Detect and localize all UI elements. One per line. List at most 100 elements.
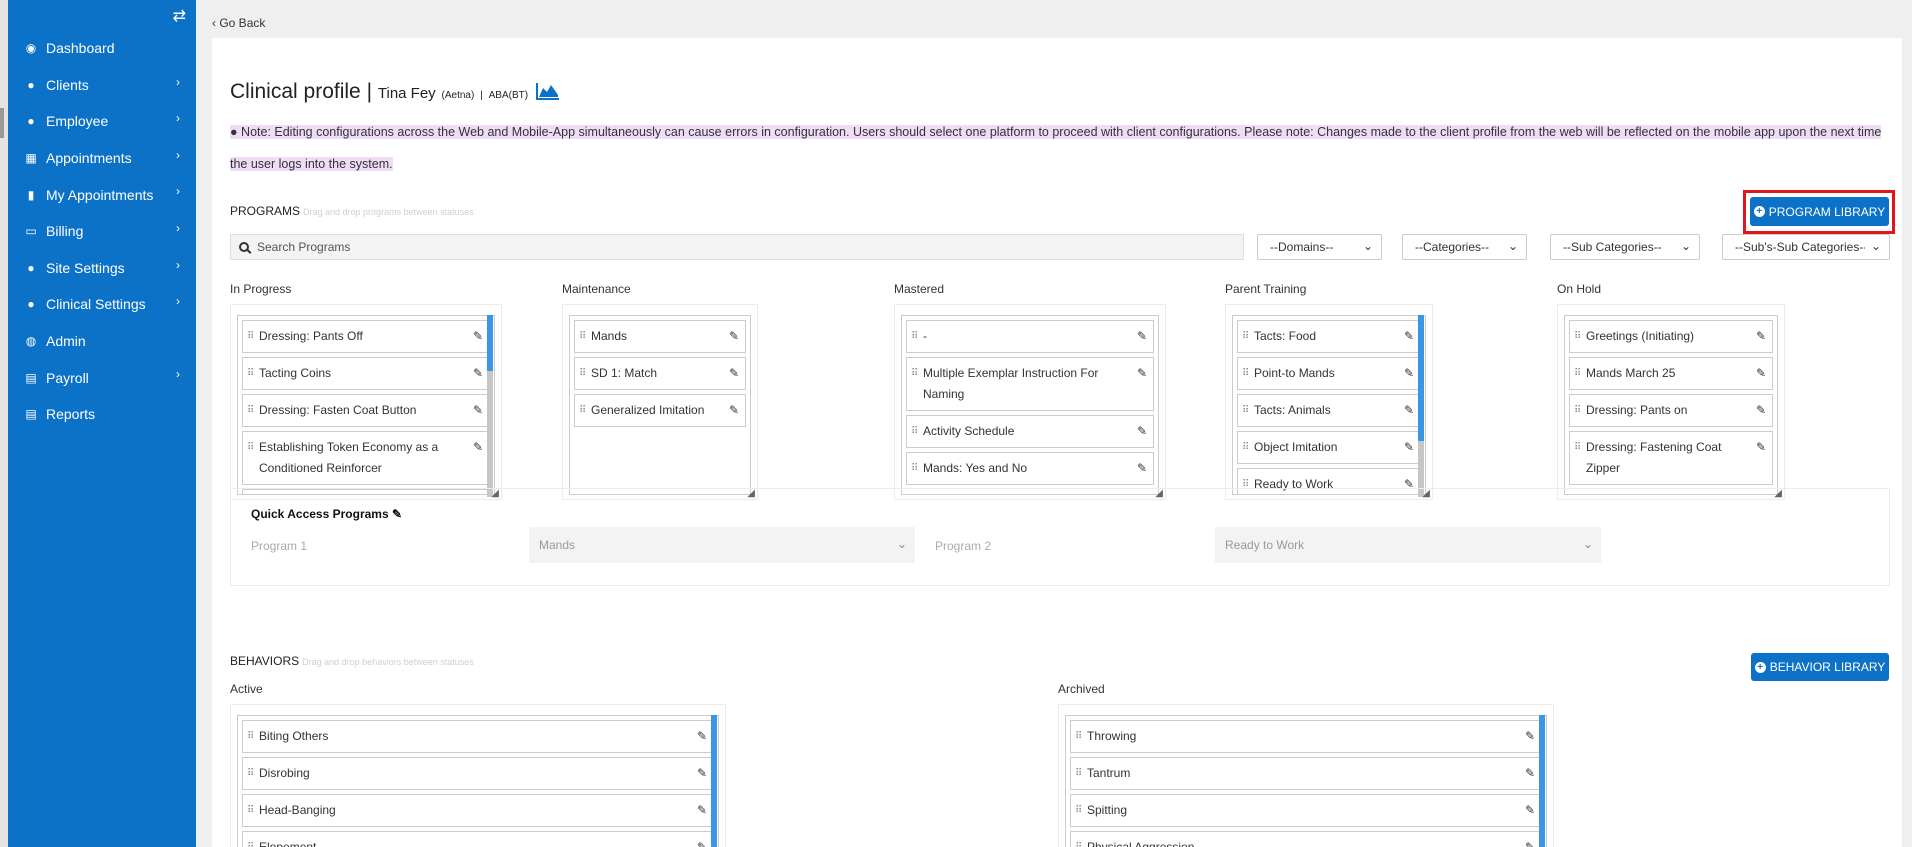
sidebar-item-payroll[interactable]: ▤ Payroll › <box>8 359 196 396</box>
drag-handle-icon[interactable]: ⠿ <box>247 800 254 821</box>
pencil-icon[interactable]: ✎ <box>1756 326 1766 347</box>
scrollbar-thumb[interactable] <box>711 715 717 847</box>
behavior-card[interactable]: ⠿ Throwing ✎ <box>1070 720 1542 753</box>
maintenance-list[interactable]: ⠿ Mands ✎ ⠿ SD 1: Match ✎ ⠿ Generalized Imita… <box>562 304 758 500</box>
subs-sub-categories-select[interactable]: --Sub's-Sub Categories-- ⌄ <box>1722 234 1890 260</box>
behavior-card[interactable]: ⠿ Disrobing ✎ <box>242 757 714 790</box>
categories-select[interactable]: --Categories-- ⌄ <box>1402 234 1527 260</box>
pencil-icon[interactable]: ✎ <box>697 837 707 847</box>
pencil-icon[interactable]: ✎ <box>697 726 707 747</box>
program-card[interactable]: ⠿ Generalized Imitation ✎ <box>574 394 746 427</box>
pencil-icon[interactable]: ✎ <box>1525 837 1535 847</box>
scrollbar-thumb[interactable] <box>1418 315 1424 441</box>
sidebar-item-admin[interactable]: ◍ Admin <box>8 323 196 360</box>
scrollbar-thumb[interactable] <box>487 315 493 371</box>
pencil-icon[interactable]: ✎ <box>1137 326 1147 347</box>
drag-handle-icon[interactable]: ⠿ <box>1574 326 1581 347</box>
drag-handle-icon[interactable]: ⠿ <box>1574 400 1581 421</box>
sidebar-item-site-settings[interactable]: ● Site Settings › <box>8 250 196 287</box>
on-hold-list[interactable]: ⠿ Greetings (Initiating) ✎ ⠿ Mands March 25… <box>1557 304 1785 500</box>
domains-select[interactable]: --Domains-- ⌄ <box>1257 234 1382 260</box>
program-card[interactable]: ⠿ Multiple Exemplar Instruction For Namin… <box>906 357 1154 411</box>
drag-handle-icon[interactable]: ⠿ <box>579 363 586 384</box>
in-progress-list[interactable]: ⠿ Dressing: Pants Off ✎ ⠿ Tacting Coins ✎ ⠿ D… <box>230 304 502 500</box>
sidebar-item-clinical-settings[interactable]: ● Clinical Settings › <box>8 286 196 323</box>
program-card[interactable]: ⠿ Establishing Token Economy as a Conditi… <box>242 431 490 485</box>
pencil-icon[interactable]: ✎ <box>1525 763 1535 784</box>
behavior-card[interactable]: ⠿ Spitting ✎ <box>1070 794 1542 827</box>
drag-handle-icon[interactable]: ⠿ <box>1075 837 1082 847</box>
behavior-card[interactable]: ⠿ Head-Banging ✎ <box>242 794 714 827</box>
pencil-icon[interactable]: ✎ <box>1404 363 1414 384</box>
program-card[interactable]: ⠿ Tacting Coins ✎ <box>242 357 490 390</box>
drag-handle-icon[interactable]: ⠿ <box>1242 437 1249 458</box>
scrollbar-track[interactable] <box>487 371 493 497</box>
program-card[interactable]: ⠿ Mands ✎ <box>574 320 746 353</box>
program-card[interactable]: ⠿ Object Imitation ✎ <box>1237 431 1421 464</box>
behavior-card[interactable]: ⠿ Physical Aggression ✎ <box>1070 831 1542 847</box>
mastered-list[interactable]: ⠿ - ✎ ⠿ Multiple Exemplar Instruction For N… <box>894 304 1166 500</box>
drag-handle-icon[interactable]: ⠿ <box>1242 363 1249 384</box>
sidebar-item-clients[interactable]: ● Clients › <box>8 67 196 104</box>
scrollbar-thumb[interactable] <box>1539 715 1545 847</box>
parent-training-list[interactable]: ⠿ Tacts: Food ✎ ⠿ Point-to Mands ✎ ⠿ Tacts: A… <box>1225 304 1433 500</box>
drag-handle-icon[interactable]: ⠿ <box>247 726 254 747</box>
program-card[interactable]: ⠿ Mands March 25 ✎ <box>1569 357 1773 390</box>
search-programs-input[interactable]: Search Programs <box>230 234 1244 260</box>
pencil-icon[interactable]: ✎ <box>473 400 483 421</box>
drag-handle-icon[interactable]: ⠿ <box>1075 763 1082 784</box>
program-card[interactable]: ⠿ Dressing: Pants Off ✎ <box>242 320 490 353</box>
drag-handle-icon[interactable]: ⠿ <box>911 421 918 442</box>
pencil-icon[interactable]: ✎ <box>729 326 739 347</box>
program-card[interactable]: ⠿ Dressing: Pants on ✎ <box>1569 394 1773 427</box>
drag-handle-icon[interactable]: ⠿ <box>1574 363 1581 384</box>
program-card[interactable]: ⠿ SD 1: Match ✎ <box>574 357 746 390</box>
sidebar-item-employee[interactable]: ● Employee › <box>8 103 196 140</box>
area-chart-icon[interactable] <box>535 82 560 100</box>
pencil-icon[interactable]: ✎ <box>1404 326 1414 347</box>
program-card[interactable]: ⠿ Point-to Mands ✎ <box>1237 357 1421 390</box>
pencil-icon[interactable]: ✎ <box>1137 363 1147 384</box>
drag-handle-icon[interactable]: ⠿ <box>247 837 254 847</box>
pencil-icon[interactable]: ✎ <box>473 363 483 384</box>
program-card[interactable]: ⠿ Tacts: Food ✎ <box>1237 320 1421 353</box>
pencil-icon[interactable]: ✎ <box>1756 437 1766 458</box>
sidebar-item-billing[interactable]: ▭ Billing › <box>8 213 196 250</box>
program2-select[interactable]: Ready to Work ⌄ <box>1215 527 1601 563</box>
drag-handle-icon[interactable]: ⠿ <box>247 437 254 458</box>
active-behaviors-list[interactable]: ⠿ Biting Others ✎ ⠿ Disrobing ✎ ⠿ Head-Bangin… <box>230 704 726 847</box>
pencil-icon[interactable]: ✎ <box>729 400 739 421</box>
behavior-card[interactable]: ⠿ Tantrum ✎ <box>1070 757 1542 790</box>
archived-behaviors-list[interactable]: ⠿ Throwing ✎ ⠿ Tantrum ✎ ⠿ Spitting ✎ ⠿ Physica… <box>1058 704 1554 847</box>
behavior-card[interactable]: ⠿ Biting Others ✎ <box>242 720 714 753</box>
drag-handle-icon[interactable]: ⠿ <box>247 763 254 784</box>
drag-handle-icon[interactable]: ⠿ <box>579 400 586 421</box>
drag-handle-icon[interactable]: ⠿ <box>247 363 254 384</box>
pencil-icon[interactable]: ✎ <box>1137 421 1147 442</box>
drag-handle-icon[interactable]: ⠿ <box>1242 326 1249 347</box>
program-card[interactable]: ⠿ Activity Schedule ✎ <box>906 415 1154 448</box>
pencil-icon[interactable]: ✎ <box>1756 400 1766 421</box>
drag-handle-icon[interactable]: ⠿ <box>911 363 918 384</box>
drag-handle-icon[interactable]: ⠿ <box>1075 726 1082 747</box>
program-card[interactable]: ⠿ Mands: Yes and No ✎ <box>906 452 1154 485</box>
drag-handle-icon[interactable]: ⠿ <box>579 326 586 347</box>
behavior-library-button[interactable]: + BEHAVIOR LIBRARY <box>1751 653 1889 681</box>
program-card[interactable]: ⠿ Tacts: Animals ✎ <box>1237 394 1421 427</box>
pencil-icon[interactable]: ✎ <box>729 363 739 384</box>
pencil-icon[interactable]: ✎ <box>697 800 707 821</box>
program-library-button[interactable]: + PROGRAM LIBRARY <box>1750 197 1889 226</box>
pencil-icon[interactable]: ✎ <box>1137 458 1147 479</box>
program1-select[interactable]: Mands ⌄ <box>529 527 915 563</box>
sidebar-item-my-appointments[interactable]: ▮ My Appointments › <box>8 176 196 213</box>
program-card[interactable]: ⠿ Greetings (Initiating) ✎ <box>1569 320 1773 353</box>
drag-handle-icon[interactable]: ⠿ <box>247 326 254 347</box>
pencil-icon[interactable]: ✎ <box>1756 363 1766 384</box>
pencil-icon[interactable]: ✎ <box>392 507 402 521</box>
sub-categories-select[interactable]: --Sub Categories-- ⌄ <box>1550 234 1700 260</box>
go-back-link[interactable]: ‹ Go Back <box>212 16 265 30</box>
drag-handle-icon[interactable]: ⠿ <box>911 458 918 479</box>
drag-handle-icon[interactable]: ⠿ <box>911 326 918 347</box>
pencil-icon[interactable]: ✎ <box>697 763 707 784</box>
pencil-icon[interactable]: ✎ <box>473 326 483 347</box>
